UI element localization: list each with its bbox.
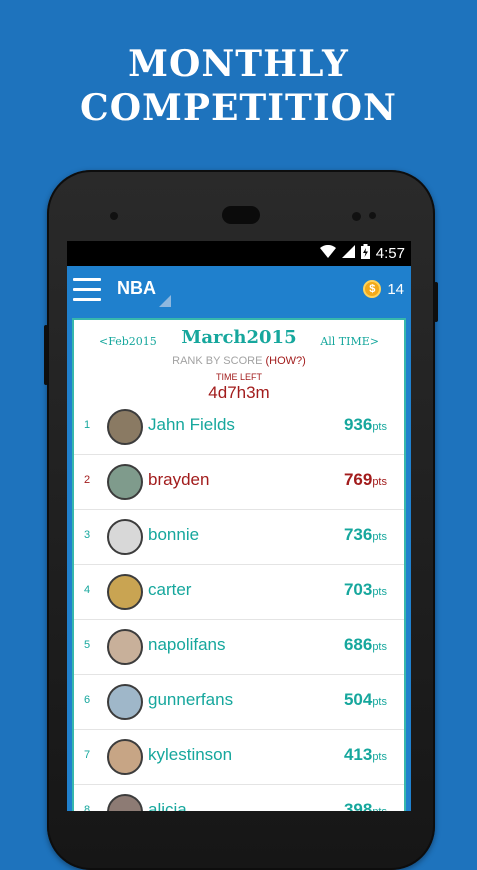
rank-number: 2	[84, 474, 91, 486]
avatar[interactable]	[107, 519, 143, 555]
score-value: 736	[343, 525, 373, 544]
username[interactable]: napolifans	[148, 635, 226, 655]
username[interactable]: Jahn Fields	[148, 415, 235, 435]
rank-by-label: RANK BY SCORE (HOW?)	[74, 355, 404, 367]
promo-headline-line1: MONTHLY	[128, 43, 349, 85]
avatar[interactable]	[107, 739, 143, 775]
username[interactable]: gunnerfans	[148, 690, 233, 710]
how-link[interactable]: (HOW?)	[266, 355, 306, 367]
leaderboard-row[interactable]: 1 Jahn Fields 936pts	[74, 400, 404, 455]
rank-number: 5	[84, 639, 91, 651]
avatar[interactable]	[107, 794, 143, 811]
time-left-label: TIME LEFT	[215, 372, 262, 382]
username[interactable]: brayden	[148, 470, 209, 490]
league-selector[interactable]: NBA	[117, 278, 156, 299]
leaderboard-card: <Feb2015 March2015 All TIME> RANK BY SCO…	[72, 318, 406, 811]
promo-headline-line2: COMPETITION	[80, 87, 397, 129]
username[interactable]: bonnie	[148, 525, 199, 545]
leaderboard-row[interactable]: 2 brayden 769pts	[74, 455, 404, 510]
score-unit: pts	[372, 476, 387, 488]
score-unit: pts	[372, 421, 387, 433]
coin-icon: $	[363, 280, 382, 298]
leaderboard-row[interactable]: 5 napolifans 686pts	[74, 620, 404, 675]
score-value: 769	[343, 470, 373, 489]
rank-number: 4	[84, 584, 91, 596]
all-time-link[interactable]: All TIME>	[320, 335, 379, 348]
username[interactable]: alicia	[148, 800, 187, 811]
avatar[interactable]	[107, 629, 143, 665]
score: 398pts	[344, 800, 387, 811]
rank-number: 6	[84, 694, 91, 706]
score: 504pts	[344, 690, 387, 710]
phone-screen: 4:57 NBA $ 14 <Feb2015 March2015 All TIM…	[67, 241, 411, 811]
rank-by-text: RANK BY SCORE	[172, 355, 263, 367]
avatar[interactable]	[107, 684, 143, 720]
score: 736pts	[344, 525, 387, 545]
coin-balance[interactable]: $ 14	[363, 280, 404, 298]
app-bar: NBA $ 14	[67, 266, 411, 314]
score: 703pts	[344, 580, 387, 600]
status-bar: 4:57	[67, 241, 411, 266]
score-unit: pts	[372, 696, 387, 708]
rank-number: 7	[84, 749, 91, 761]
score-value: 398	[343, 800, 373, 811]
phone-speaker	[222, 206, 260, 224]
leaderboard-row[interactable]: 8alicia398pts	[74, 785, 404, 811]
score-unit: pts	[372, 641, 387, 653]
score-value: 936	[343, 415, 373, 434]
avatar[interactable]	[107, 574, 143, 610]
rank-number: 1	[84, 419, 91, 431]
phone-frame: 4:57 NBA $ 14 <Feb2015 March2015 All TIM…	[44, 170, 438, 870]
front-camera	[110, 212, 118, 220]
signal-icon	[341, 245, 355, 262]
leaderboard-row[interactable]: 4 carter 703pts	[74, 565, 404, 620]
proximity-sensor	[352, 212, 361, 221]
light-sensor	[369, 212, 376, 219]
leaderboard-list: 1 Jahn Fields 936pts 2 brayden 769pts 3 bonnie 7…	[74, 400, 404, 811]
score-unit: pts	[372, 806, 387, 811]
avatar[interactable]	[107, 464, 143, 500]
username[interactable]: carter	[148, 580, 191, 600]
score-value: 413	[343, 745, 373, 764]
leaderboard-row[interactable]: 3 bonnie 736pts	[74, 510, 404, 565]
score-unit: pts	[372, 586, 387, 598]
username[interactable]: kylestinson	[148, 745, 232, 765]
score: 413pts	[344, 745, 387, 765]
wifi-icon	[319, 244, 336, 262]
rank-number: 3	[84, 529, 91, 541]
score-value: 504	[343, 690, 373, 709]
score-unit: pts	[372, 751, 387, 763]
coin-count: 14	[387, 280, 404, 298]
clock: 4:57	[375, 245, 405, 262]
score: 686pts	[344, 635, 387, 655]
avatar[interactable]	[107, 409, 143, 445]
leaderboard-row[interactable]: 6 gunnerfans 504pts	[74, 675, 404, 730]
score-value: 703	[343, 580, 373, 599]
score-unit: pts	[372, 531, 387, 543]
score: 769pts	[344, 470, 387, 490]
dropdown-caret-icon[interactable]	[159, 295, 171, 307]
battery-icon	[360, 244, 370, 263]
volume-button	[44, 325, 48, 385]
menu-icon[interactable]	[73, 278, 101, 302]
score-value: 686	[343, 635, 373, 654]
score: 936pts	[344, 415, 387, 435]
leaderboard-row[interactable]: 7 kylestinson 413pts	[74, 730, 404, 785]
power-button	[434, 282, 438, 322]
